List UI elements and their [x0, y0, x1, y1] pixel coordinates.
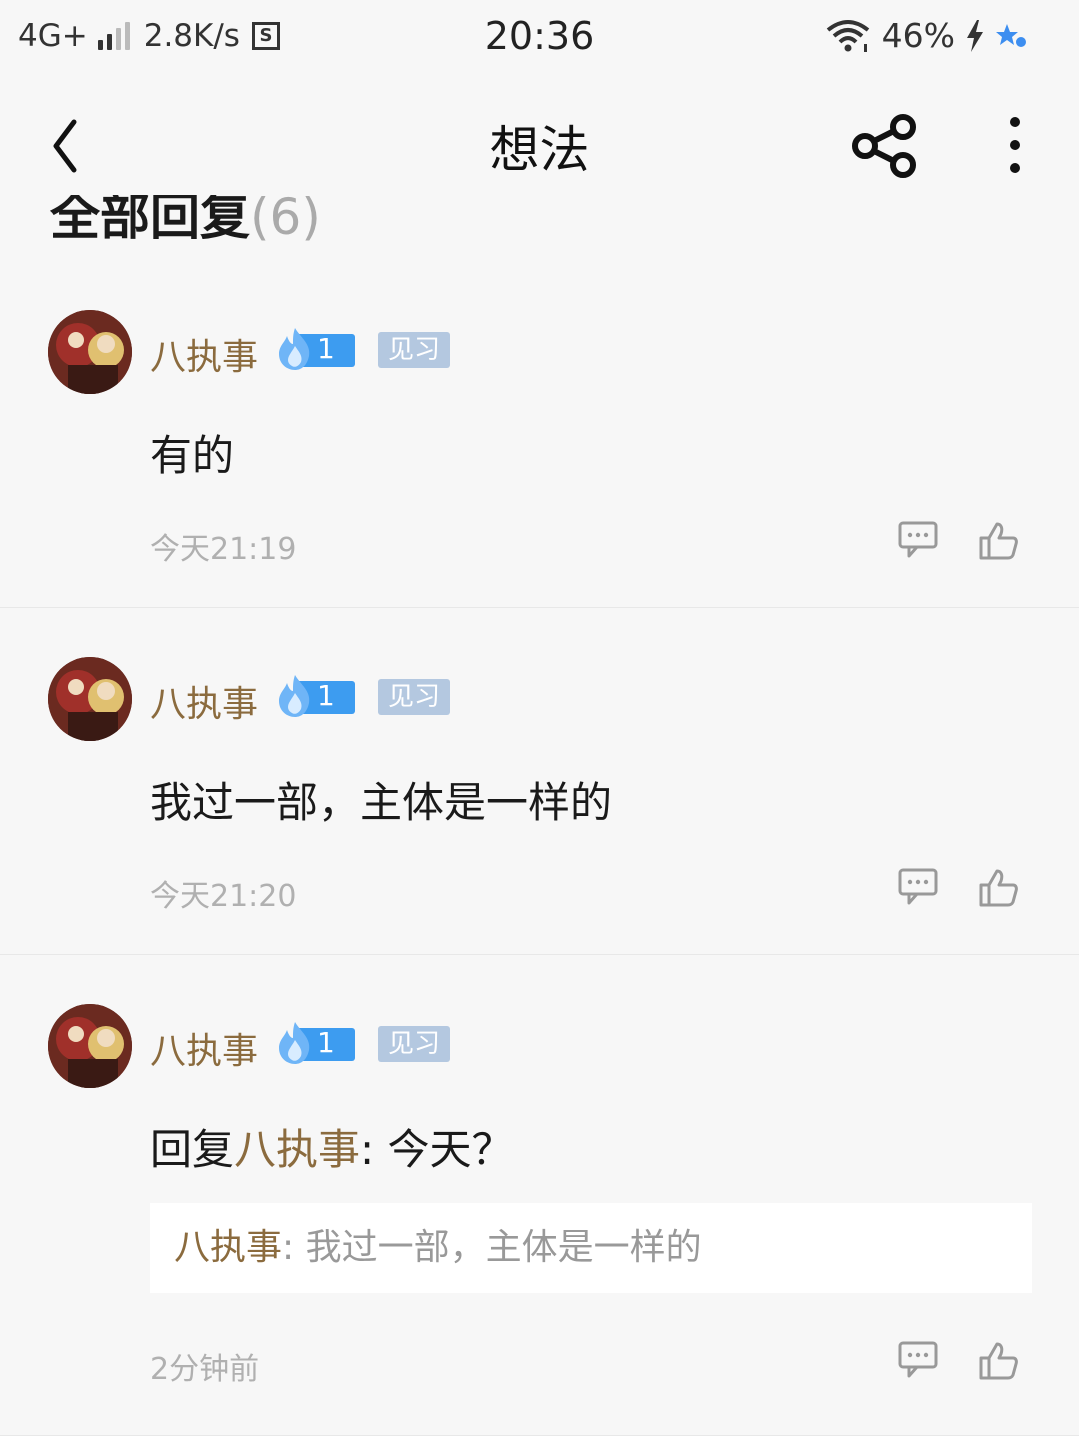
section-count: (6): [250, 195, 321, 246]
reply-icon[interactable]: [897, 1340, 941, 1380]
share-icon[interactable]: [846, 108, 922, 184]
comment-content: 回复八执事: 今天？: [150, 1116, 514, 1177]
avatar-image: [48, 310, 132, 394]
status-right: 46%: [824, 16, 1027, 55]
comment-content: 有的: [150, 431, 235, 480]
like-icon[interactable]: [977, 520, 1019, 562]
reply-mention[interactable]: 八执事: [234, 1125, 360, 1174]
section-title: 全部回复: [50, 195, 250, 246]
avatar[interactable]: [48, 657, 132, 741]
like-icon[interactable]: [977, 867, 1019, 909]
charging-icon: [967, 19, 983, 52]
comment-item: 八执事 1 见习 我过一部，主体是一样的 今天21:20: [0, 657, 1079, 955]
username[interactable]: 八执事: [150, 1022, 258, 1074]
nav-bar: 想法: [0, 80, 1079, 208]
quoted-comment[interactable]: 八执事: 我过一部，主体是一样的: [150, 1203, 1032, 1293]
level-badge: 见习: [378, 679, 450, 715]
wifi-icon: [826, 19, 869, 52]
reply-prefix: 回复: [150, 1125, 235, 1174]
fire-level-badge: 1: [275, 1022, 355, 1064]
reply-icon[interactable]: [897, 867, 941, 907]
avatar-image: [48, 1004, 132, 1088]
section-header: 全部回复(6): [50, 195, 450, 250]
fire-level: 1: [317, 332, 335, 365]
battery-percent: 46%: [881, 16, 955, 55]
notification-star-icon: [996, 23, 1026, 47]
comment-item: 八执事 1 见习 有的 今天21:19: [0, 310, 1079, 608]
reply-text: : 今天？: [360, 1125, 514, 1174]
level-badge: 见习: [378, 1026, 450, 1062]
divider: [0, 954, 1079, 955]
comment-content: 我过一部，主体是一样的: [150, 778, 613, 827]
fire-level-badge: 1: [275, 328, 355, 370]
fire-icon: [279, 1022, 310, 1064]
reply-icon[interactable]: [897, 520, 941, 560]
fire-icon: [279, 675, 310, 717]
comment-time: 今天21:19: [150, 532, 297, 567]
fire-level-badge: 1: [275, 675, 355, 717]
comment-time: 2分钟前: [150, 1352, 260, 1387]
username[interactable]: 八执事: [150, 675, 258, 727]
comment-item: 八执事 1 见习 回复八执事: 今天？ 八执事: 我过一部，主体是一样的 2分钟…: [0, 1004, 1079, 1436]
fire-level: 1: [317, 1026, 335, 1059]
username[interactable]: 八执事: [150, 328, 258, 380]
divider: [0, 607, 1079, 608]
avatar[interactable]: [48, 1004, 132, 1088]
status-bar: 4G+ 2.8K/s S 20:36 46%: [0, 0, 1079, 78]
fire-icon: [279, 328, 310, 370]
more-vertical-icon[interactable]: [990, 110, 1040, 180]
avatar[interactable]: [48, 310, 132, 394]
comment-time: 今天21:20: [150, 879, 297, 914]
avatar-image: [48, 657, 132, 741]
like-icon[interactable]: [977, 1340, 1019, 1382]
quote-text: : 我过一部，主体是一样的: [282, 1227, 702, 1268]
quote-username[interactable]: 八执事: [174, 1227, 282, 1268]
fire-level: 1: [317, 679, 335, 712]
level-badge: 见习: [378, 332, 450, 368]
